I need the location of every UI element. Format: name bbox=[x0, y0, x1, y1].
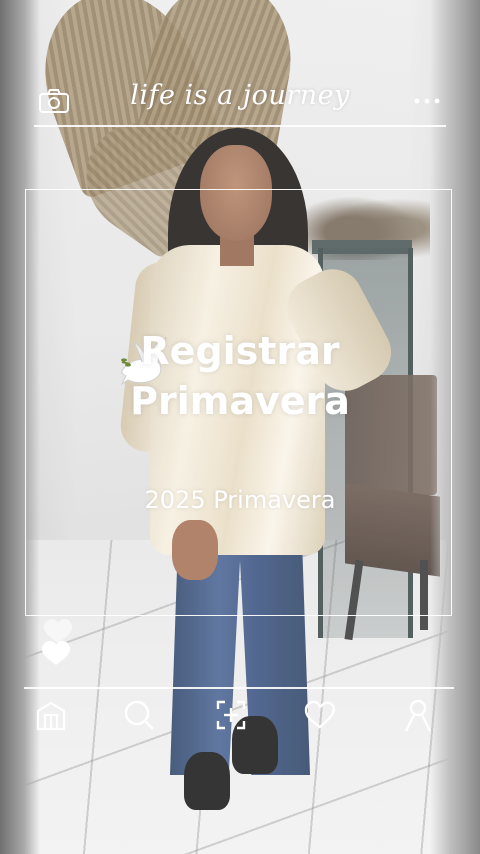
post-title-line1: Registrar bbox=[140, 329, 340, 373]
home-icon bbox=[36, 701, 66, 731]
nav-likes-button[interactable] bbox=[302, 697, 338, 733]
add-post-icon bbox=[216, 700, 246, 730]
like-button[interactable] bbox=[38, 613, 78, 669]
post-title: Registrar Primavera bbox=[0, 326, 480, 426]
nav-home-button[interactable] bbox=[33, 697, 69, 733]
likes-icon bbox=[304, 700, 335, 729]
nav-search-button[interactable] bbox=[121, 697, 157, 733]
more-dots-icon[interactable] bbox=[413, 92, 441, 110]
profile-icon bbox=[404, 699, 432, 732]
top-divider bbox=[34, 125, 446, 127]
search-icon bbox=[124, 700, 154, 730]
heart-icon bbox=[42, 641, 70, 665]
post-title-line2: Primavera bbox=[130, 379, 350, 423]
nav-profile-button[interactable] bbox=[400, 697, 436, 733]
top-bar: life is a journey bbox=[0, 0, 480, 126]
app-brand-title: life is a journey bbox=[130, 80, 350, 111]
post-subtitle: 2025 Primavera bbox=[144, 486, 336, 514]
nav-add-post-button[interactable] bbox=[213, 697, 249, 733]
